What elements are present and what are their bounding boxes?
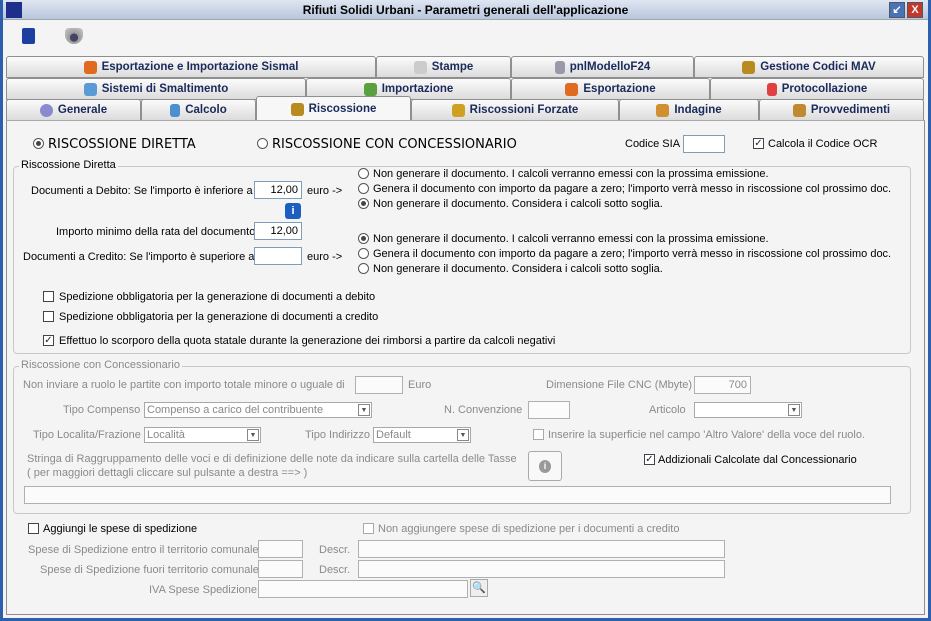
group-title: Riscossione Diretta — [19, 159, 118, 171]
chevron-down-icon: ▼ — [457, 429, 469, 441]
stringa-hint: ( per maggiori dettagli cliccare sul pul… — [27, 467, 308, 479]
chevron-down-icon: ▼ — [358, 404, 370, 416]
credito-input[interactable] — [254, 247, 302, 265]
euro-label: euro -> — [307, 251, 343, 263]
non-inviare-input[interactable] — [355, 376, 403, 394]
euro-label: euro -> — [307, 185, 343, 197]
credito-option-label: Non generare il documento. Considera i c… — [373, 263, 663, 275]
rata-label: Importo minimo della rata del documento — [56, 226, 256, 238]
credito-option-label: Non generare il documento. I calcoli ver… — [373, 233, 769, 245]
superficie-label: Inserire la superficie nel campo 'Altro … — [548, 429, 866, 441]
non-aggiungere-label: Non aggiungere spese di spedizione per i… — [378, 523, 680, 535]
non-inviare-label: Non inviare a ruolo le partite con impor… — [23, 379, 345, 391]
superficie-checkbox[interactable] — [533, 429, 544, 440]
select-value: Default — [376, 429, 411, 441]
tipo-localita-label: Tipo Localita/Frazione — [33, 429, 141, 441]
radio-label: RISCOSSIONE DIRETTA — [48, 137, 196, 152]
addizionali-checkbox[interactable]: ✓ — [644, 454, 655, 465]
spese-fuori-input[interactable] — [258, 560, 303, 578]
tipo-indirizzo-select[interactable]: Default ▼ — [373, 427, 471, 443]
descr-label: Descr. — [319, 544, 351, 556]
descr-entro-input[interactable] — [358, 540, 725, 558]
credito-label: Documenti a Credito: Se l'importo è supe… — [23, 251, 255, 263]
tipo-localita-select[interactable]: Località ▼ — [144, 427, 261, 443]
articolo-label: Articolo — [649, 404, 686, 416]
euro-label: Euro — [408, 379, 432, 391]
dim-file-label: Dimensione File CNC (Mbyte) — [546, 379, 693, 391]
non-aggiungere-checkbox[interactable] — [363, 523, 374, 534]
aggiungi-spese-checkbox[interactable] — [28, 523, 39, 534]
articolo-select[interactable]: ▼ — [694, 402, 802, 418]
info-icon: i — [539, 460, 551, 473]
select-value: Compenso a carico del contribuente — [147, 404, 324, 416]
spedizione-debito-checkbox[interactable] — [43, 291, 54, 302]
spese-fuori-label: Spese di Spedizione fuori territorio com… — [40, 564, 259, 576]
debito-input[interactable]: 12,00 — [254, 181, 302, 199]
debito-option-radio[interactable] — [358, 168, 369, 179]
info-button[interactable]: i — [528, 451, 562, 481]
aggiungi-spese-label: Aggiungi le spese di spedizione — [43, 523, 198, 535]
iva-label: IVA Spese Spedizione — [149, 584, 258, 596]
radio-label: RISCOSSIONE CON CONCESSIONARIO — [272, 137, 517, 152]
debito-option-label: Non generare il documento. Considera i c… — [373, 198, 663, 210]
n-convenzione-input[interactable] — [528, 401, 570, 419]
checkbox-label: Effettuo lo scorporo della quota statale… — [59, 335, 556, 347]
codice-sia-label: Codice SIA — [625, 138, 681, 150]
credito-option-radio[interactable] — [358, 233, 369, 244]
descr-fuori-input[interactable] — [358, 560, 725, 578]
debito-option-label: Non generare il documento. I calcoli ver… — [373, 168, 769, 180]
credito-option-radio[interactable] — [358, 248, 369, 259]
chevron-down-icon: ▼ — [788, 404, 800, 416]
tipo-compenso-label: Tipo Compenso — [63, 404, 141, 416]
stringa-label: Stringa di Raggruppamento delle voci e d… — [27, 453, 517, 465]
debito-label: Documenti a Debito: Se l'importo è infer… — [31, 185, 253, 197]
rata-input[interactable]: 12,00 — [254, 222, 302, 240]
credito-option-radio[interactable] — [358, 263, 369, 274]
n-convenzione-label: N. Convenzione — [444, 404, 523, 416]
addizionali-label: Addizionali Calcolate dal Concessionario — [658, 454, 857, 466]
credito-option-label: Genera il documento con importo da pagar… — [373, 248, 892, 260]
debito-option-radio[interactable] — [358, 198, 369, 209]
chevron-down-icon: ▼ — [247, 429, 259, 441]
calcola-ocr-label: Calcola il Codice OCR — [768, 138, 878, 150]
stringa-input[interactable] — [24, 486, 891, 504]
checkbox-label: Spedizione obbligatoria per la generazio… — [59, 311, 379, 323]
iva-input[interactable] — [258, 580, 468, 598]
tipo-indirizzo-label: Tipo Indirizzo — [305, 429, 371, 441]
search-button[interactable]: 🔍 — [470, 579, 488, 597]
content: RISCOSSIONE DIRETTA RISCOSSIONE CON CONC… — [3, 0, 928, 618]
dim-file-input[interactable]: 700 — [694, 376, 751, 394]
spese-entro-input[interactable] — [258, 540, 303, 558]
info-icon[interactable]: i — [285, 203, 301, 219]
select-value: Località — [147, 429, 185, 441]
scorporo-checkbox[interactable]: ✓ — [43, 335, 54, 346]
checkbox-label: Spedizione obbligatoria per la generazio… — [59, 291, 376, 303]
descr-label: Descr. — [319, 564, 351, 576]
calcola-ocr-checkbox[interactable]: ✓ — [753, 138, 764, 149]
radio-riscossione-diretta[interactable] — [33, 138, 44, 149]
tipo-compenso-select[interactable]: Compenso a carico del contribuente ▼ — [144, 402, 372, 418]
codice-sia-input[interactable] — [683, 135, 725, 153]
spedizione-credito-checkbox[interactable] — [43, 311, 54, 322]
spese-entro-label: Spese di Spedizione entro il territorio … — [28, 544, 259, 556]
search-icon: 🔍 — [472, 582, 486, 594]
debito-option-label: Genera il documento con importo da pagar… — [373, 183, 892, 195]
group-title: Riscossione con Concessionario — [19, 359, 182, 371]
debito-option-radio[interactable] — [358, 183, 369, 194]
radio-riscossione-concessionario[interactable] — [257, 138, 268, 149]
